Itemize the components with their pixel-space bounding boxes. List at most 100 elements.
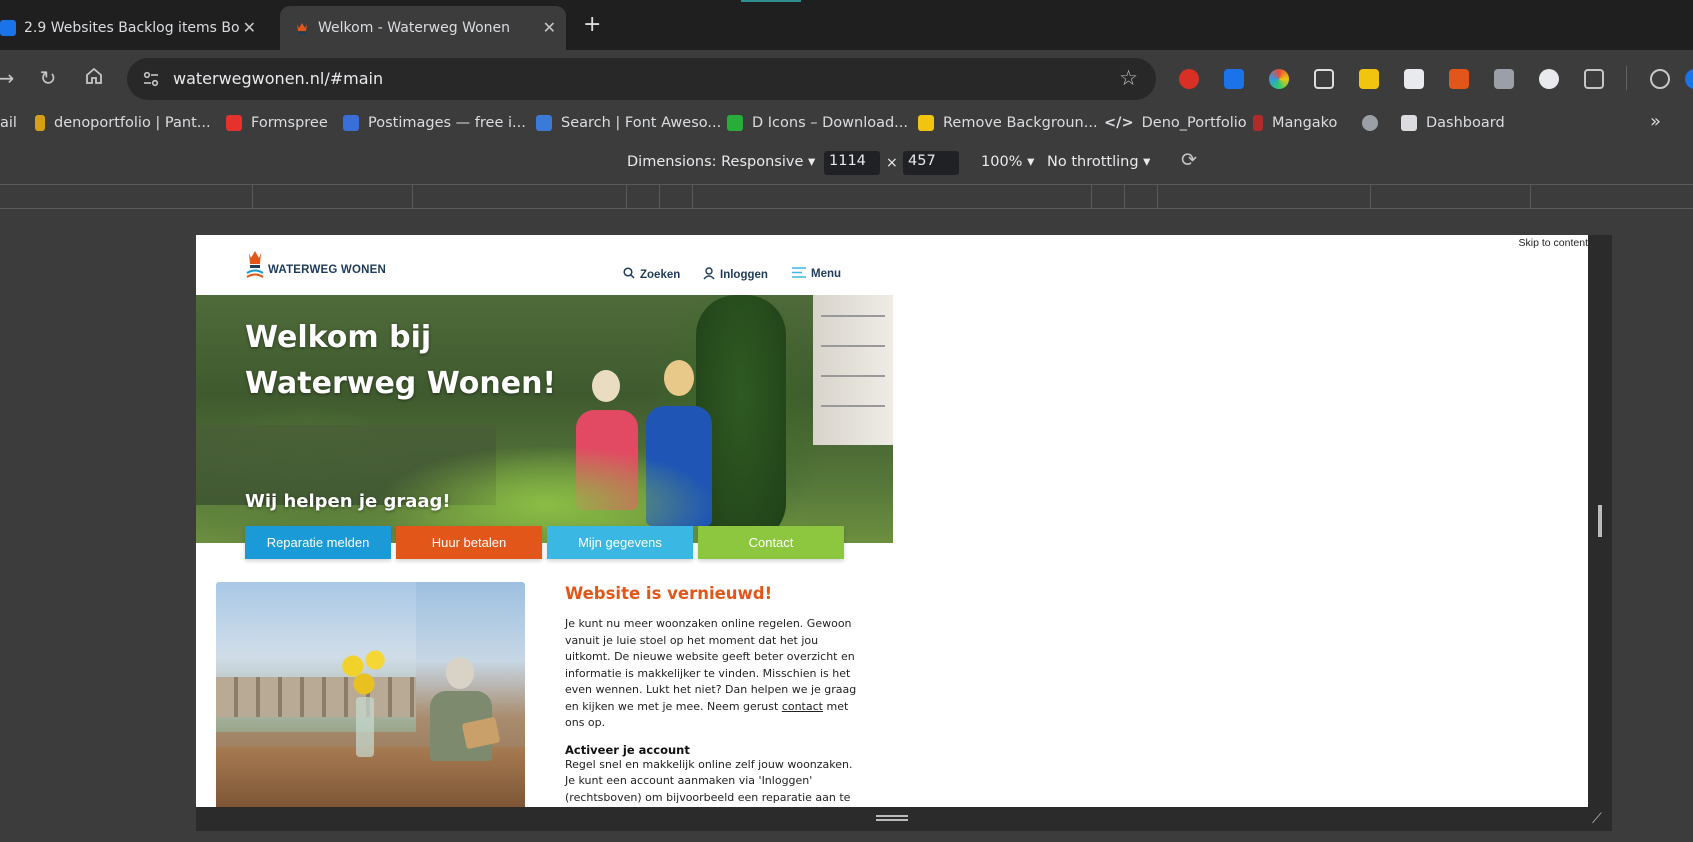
news-article: Website is vernieuwd! Je kunt nu meer wo…	[565, 584, 865, 806]
close-tab-icon[interactable]: ✕	[543, 18, 556, 37]
bookmark-item[interactable]: Mangako	[1253, 115, 1337, 131]
article-subbody: Regel snel en makkelijk online zelf jouw…	[565, 757, 853, 804]
eyedropper-extension-icon[interactable]	[1314, 69, 1334, 89]
performance-icon[interactable]	[1650, 69, 1670, 89]
article-subheading: Activeer je account	[565, 742, 690, 757]
hero-title-line: Waterweg Wonen!	[245, 366, 557, 401]
article-text: Je kunt nu meer woonzaken online regelen…	[565, 617, 857, 713]
profile-avatar[interactable]	[1685, 69, 1693, 89]
new-tab-button[interactable]: +	[583, 12, 601, 37]
code-extension-icon[interactable]	[1539, 69, 1559, 89]
ruler-segment[interactable]	[412, 185, 413, 209]
browser-toolbar: → ↻ waterwegwonen.nl/#main ☆	[0, 50, 1693, 108]
tab-title: Welkom - Waterweg Wonen	[318, 20, 511, 36]
ruler-segment[interactable]	[1124, 185, 1125, 209]
site-logo[interactable]: WATERWEG WONEN	[246, 249, 386, 279]
bookmark-item[interactable]: ail	[0, 115, 17, 131]
huur-betalen-button[interactable]: Huur betalen	[396, 526, 542, 559]
article-photo	[216, 582, 525, 807]
tab-backlog[interactable]: 2.9 Websites Backlog items Boa ✕	[0, 6, 266, 50]
width-input[interactable]: 1114	[824, 151, 880, 175]
article-heading: Website is vernieuwd!	[565, 584, 773, 603]
globe-icon	[1362, 115, 1378, 131]
bookmark-label: Postimages — free i...	[368, 115, 526, 131]
skip-to-content-link[interactable]: Skip to content	[1519, 237, 1588, 249]
rotate-icon[interactable]: ⟳	[1177, 149, 1201, 173]
crown-logo-icon	[246, 251, 264, 278]
hero-subtitle: Wij helpen je graag!	[245, 491, 451, 512]
mijn-gegevens-button[interactable]: Mijn gegevens	[547, 526, 693, 559]
dashboard-icon	[1401, 115, 1417, 131]
waterweg-favicon-icon	[294, 20, 310, 36]
article-body: Je kunt nu meer woonzaken online regelen…	[565, 616, 865, 732]
bookmark-item[interactable]: </> Deno_Portfolio	[1104, 115, 1247, 131]
bookmark-label: D Icons – Download...	[752, 115, 909, 131]
address-bar[interactable]: waterwegwonen.nl/#main ☆	[127, 58, 1156, 100]
close-tab-icon[interactable]: ✕	[243, 18, 256, 37]
forward-icon[interactable]: →	[0, 66, 18, 90]
search-link[interactable]: Zoeken	[623, 267, 680, 282]
bookmark-item[interactable]: denoportfolio | Pant...	[35, 115, 211, 131]
ruler-segment[interactable]	[1530, 185, 1531, 209]
search-label: Zoeken	[640, 268, 681, 281]
reload-icon[interactable]: ↻	[36, 66, 60, 90]
ruler-segment[interactable]	[1157, 185, 1158, 209]
ruler-segment[interactable]	[626, 185, 627, 209]
width-resize-handle[interactable]	[1598, 505, 1602, 537]
site-header: WATERWEG WONEN Zoeken Inloggen Menu	[196, 235, 893, 295]
chart-extension-icon[interactable]	[1359, 69, 1379, 89]
hero-title-line: Welkom bij	[245, 320, 432, 355]
bookmark-label: Remove Backgroun...	[943, 115, 1098, 131]
site-settings-icon[interactable]	[141, 69, 161, 89]
more-bookmarks-button[interactable]: »	[1650, 111, 1661, 132]
dimensions-dropdown[interactable]: Dimensions: Responsive ▾	[627, 154, 815, 170]
home-icon[interactable]	[82, 66, 106, 90]
mangako-icon	[1253, 115, 1263, 131]
bookmark-item[interactable]	[1362, 115, 1378, 131]
bookmark-label: Deno_Portfolio	[1141, 115, 1247, 131]
bookmark-label: Mangako	[1272, 115, 1338, 131]
height-input[interactable]: 457	[903, 151, 959, 175]
throttling-dropdown[interactable]: No throttling ▾	[1047, 154, 1150, 170]
menu-label: Menu	[811, 268, 842, 280]
adblock-extension-icon[interactable]	[1179, 69, 1199, 89]
bookmark-item[interactable]: Postimages — free i...	[343, 115, 526, 131]
ruler-segment[interactable]	[692, 185, 693, 209]
bookmark-item[interactable]: Formspree	[226, 115, 328, 131]
bookmark-item[interactable]: Remove Backgroun...	[918, 115, 1098, 131]
zoom-dropdown[interactable]: 100% ▾	[981, 154, 1034, 170]
ruler-segment[interactable]	[1091, 185, 1092, 209]
menu-button[interactable]: Menu	[792, 267, 841, 281]
bookmark-item[interactable]: D Icons – Download...	[727, 115, 908, 131]
corner-resize-icon[interactable]: ⟋	[1592, 811, 1608, 827]
tab-title: 2.9 Websites Backlog items Boa	[24, 20, 240, 36]
reparatie-melden-button[interactable]: Reparatie melden	[245, 526, 391, 559]
tab-strip: 2.9 Websites Backlog items Boa ✕ Welkom …	[0, 0, 1693, 50]
tab-waterweg[interactable]: Welkom - Waterweg Wonen ✕	[280, 6, 566, 50]
contact-button[interactable]: Contact	[698, 526, 844, 559]
bookmark-item[interactable]: Dashboard	[1401, 115, 1505, 131]
url-text: waterwegwonen.nl/#main	[173, 69, 384, 88]
formspree-icon	[226, 115, 242, 131]
user-icon	[703, 267, 715, 283]
crown-icon	[35, 115, 45, 131]
height-resize-handle[interactable]	[876, 815, 908, 821]
extensions-puzzle-icon[interactable]	[1584, 69, 1604, 89]
ruler-segment[interactable]	[252, 185, 253, 209]
bookmark-star-icon[interactable]: ☆	[1119, 66, 1138, 90]
font-extension-icon[interactable]	[1494, 69, 1514, 89]
robot-extension-icon[interactable]	[1449, 69, 1469, 89]
remove-bg-icon	[918, 115, 934, 131]
colorpicker-extension-icon[interactable]	[1269, 69, 1289, 89]
ruler-segment[interactable]	[659, 185, 660, 209]
tab-accent-line	[741, 0, 801, 2]
ublock-extension-icon[interactable]	[1224, 69, 1244, 89]
contact-link[interactable]: contact	[782, 700, 823, 713]
code-icon: </>	[1104, 115, 1134, 131]
bookmark-label: Search | Font Aweso...	[561, 115, 722, 131]
ruler-segment[interactable]	[1370, 185, 1371, 209]
times-sign: ×	[886, 155, 898, 171]
eraser-extension-icon[interactable]	[1404, 69, 1424, 89]
login-link[interactable]: Inloggen	[703, 267, 768, 283]
bookmark-item[interactable]: Search | Font Aweso...	[536, 115, 721, 131]
